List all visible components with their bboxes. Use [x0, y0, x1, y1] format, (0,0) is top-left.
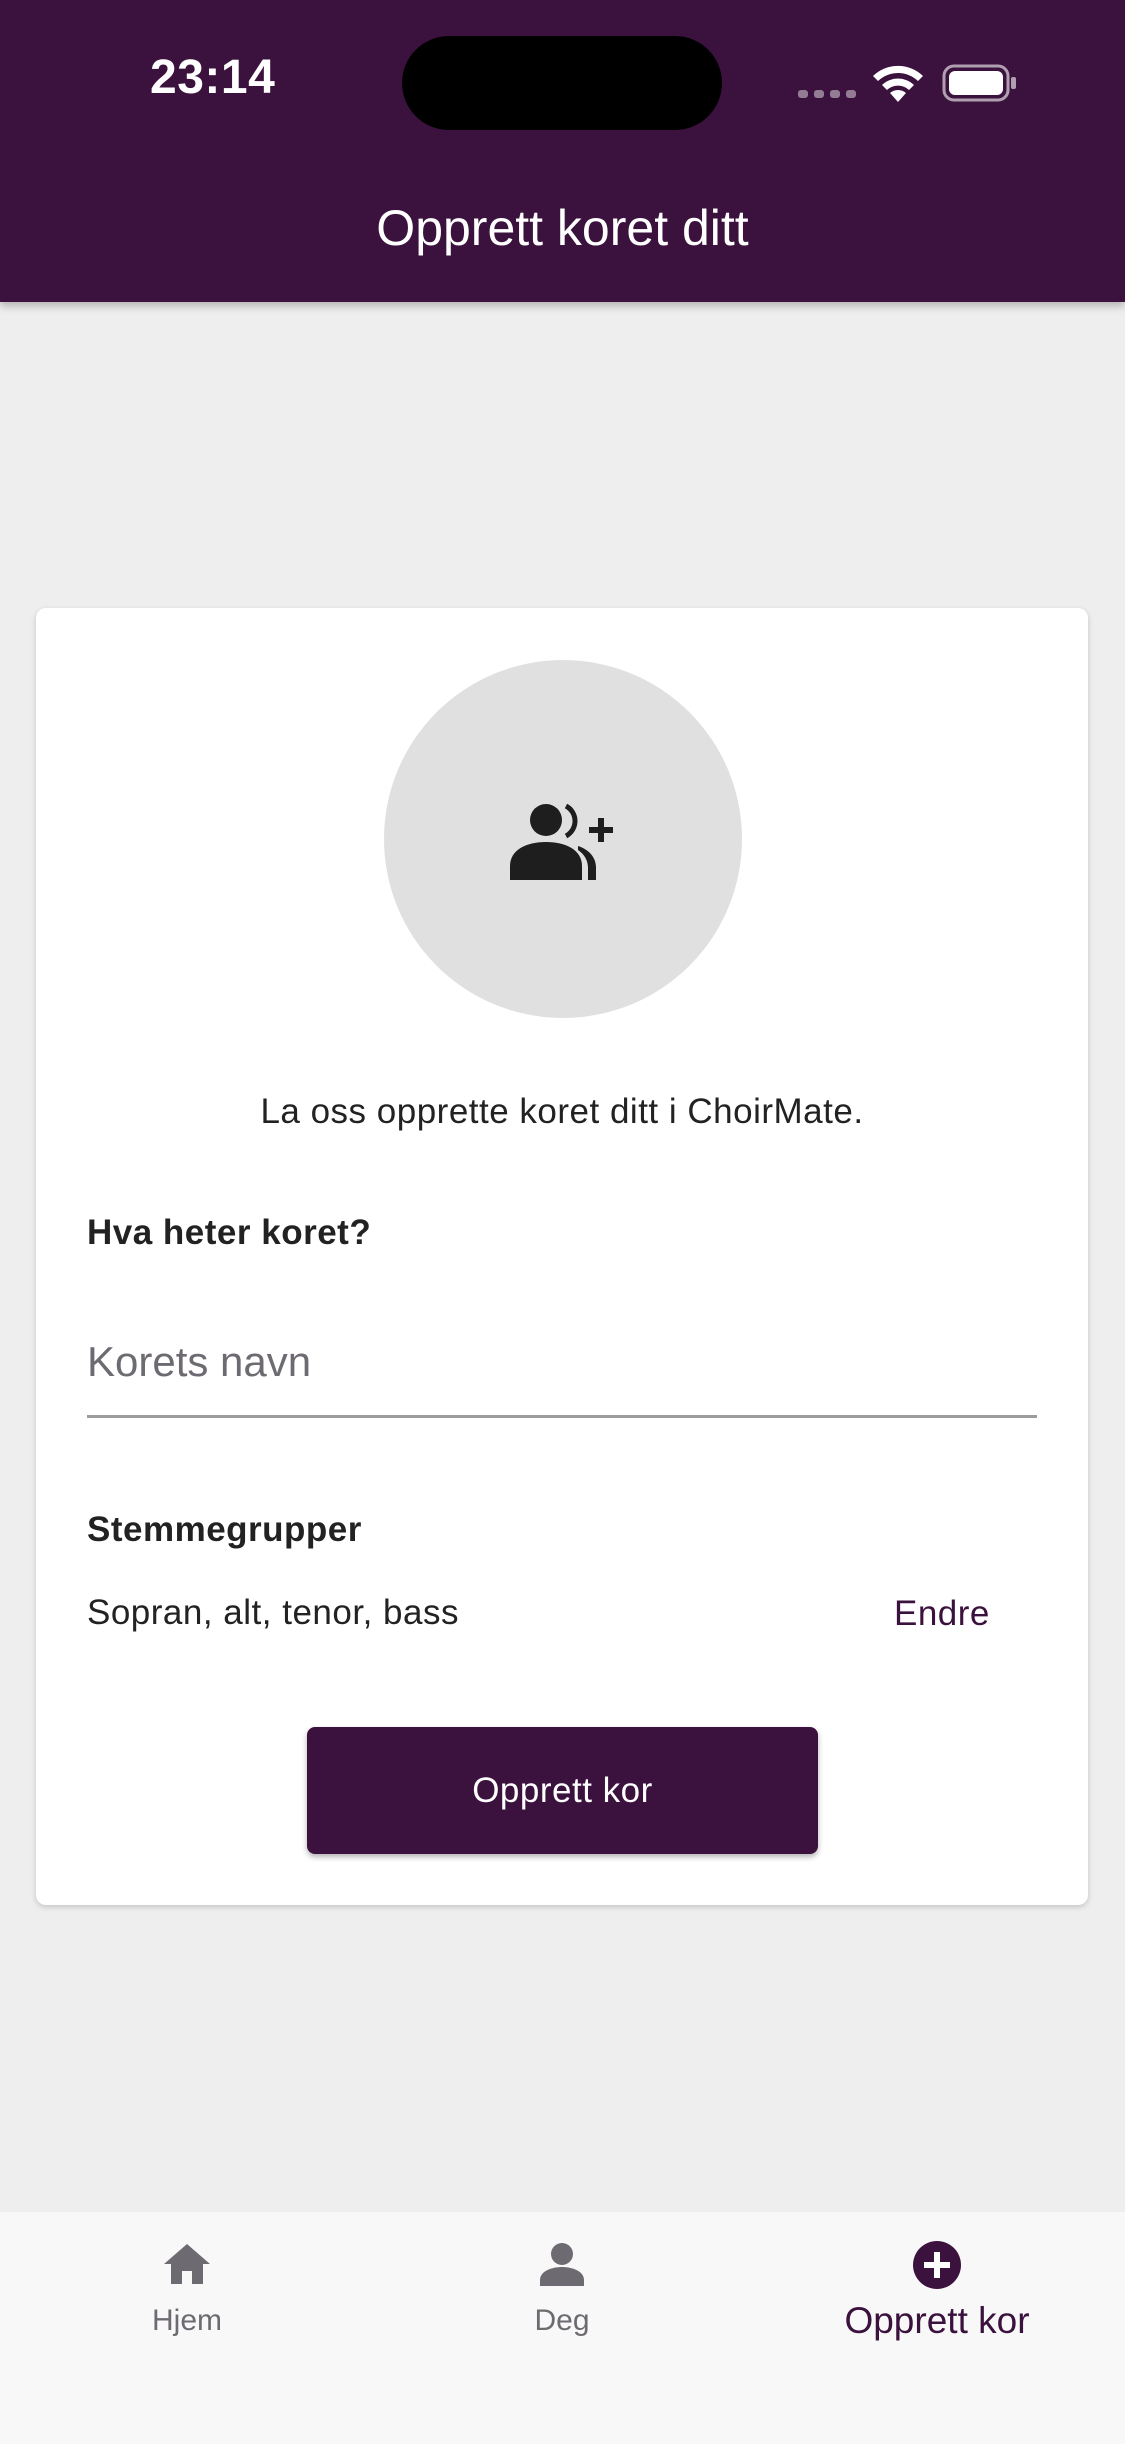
- app-header: 23:14 Opprett koret ditt: [0, 0, 1125, 302]
- nav-item-me[interactable]: Deg: [412, 2238, 712, 2358]
- dynamic-island: [402, 36, 722, 130]
- create-choir-button[interactable]: Opprett kor: [307, 1727, 818, 1854]
- nav-label-home: Hjem: [151, 2304, 222, 2337]
- bottom-navigation: Hjem Deg Opprett kor: [0, 2212, 1125, 2444]
- wifi-icon: [873, 65, 923, 102]
- page-title: Opprett koret ditt: [376, 200, 749, 256]
- nav-label-create-choir: Opprett kor: [844, 2300, 1030, 2341]
- choir-name-label: Hva heter koret?: [87, 1213, 372, 1252]
- cellular-signal-icon: [798, 90, 856, 98]
- choir-avatar[interactable]: [384, 660, 742, 1018]
- add-circle-icon: [913, 2241, 961, 2289]
- choir-name-input[interactable]: [87, 1308, 1037, 1418]
- home-icon: [164, 2244, 210, 2284]
- create-choir-card: La oss opprette koret ditt i ChoirMate. …: [36, 608, 1088, 1905]
- nav-item-create-choir[interactable]: Opprett kor: [787, 2238, 1087, 2358]
- group-add-icon: [510, 803, 613, 880]
- nav-label-me: Deg: [534, 2304, 590, 2337]
- nav-item-home[interactable]: Hjem: [37, 2238, 337, 2358]
- change-voice-groups-button[interactable]: Endre: [894, 1584, 1044, 1644]
- person-icon: [540, 2243, 584, 2286]
- intro-text: La oss opprette koret ditt i ChoirMate.: [260, 1092, 864, 1131]
- status-time: 23:14: [150, 51, 276, 104]
- voice-groups-label: Stemmegrupper: [87, 1510, 362, 1549]
- voice-groups-value: Sopran, alt, tenor, bass: [87, 1593, 459, 1632]
- battery-icon: [942, 64, 1016, 102]
